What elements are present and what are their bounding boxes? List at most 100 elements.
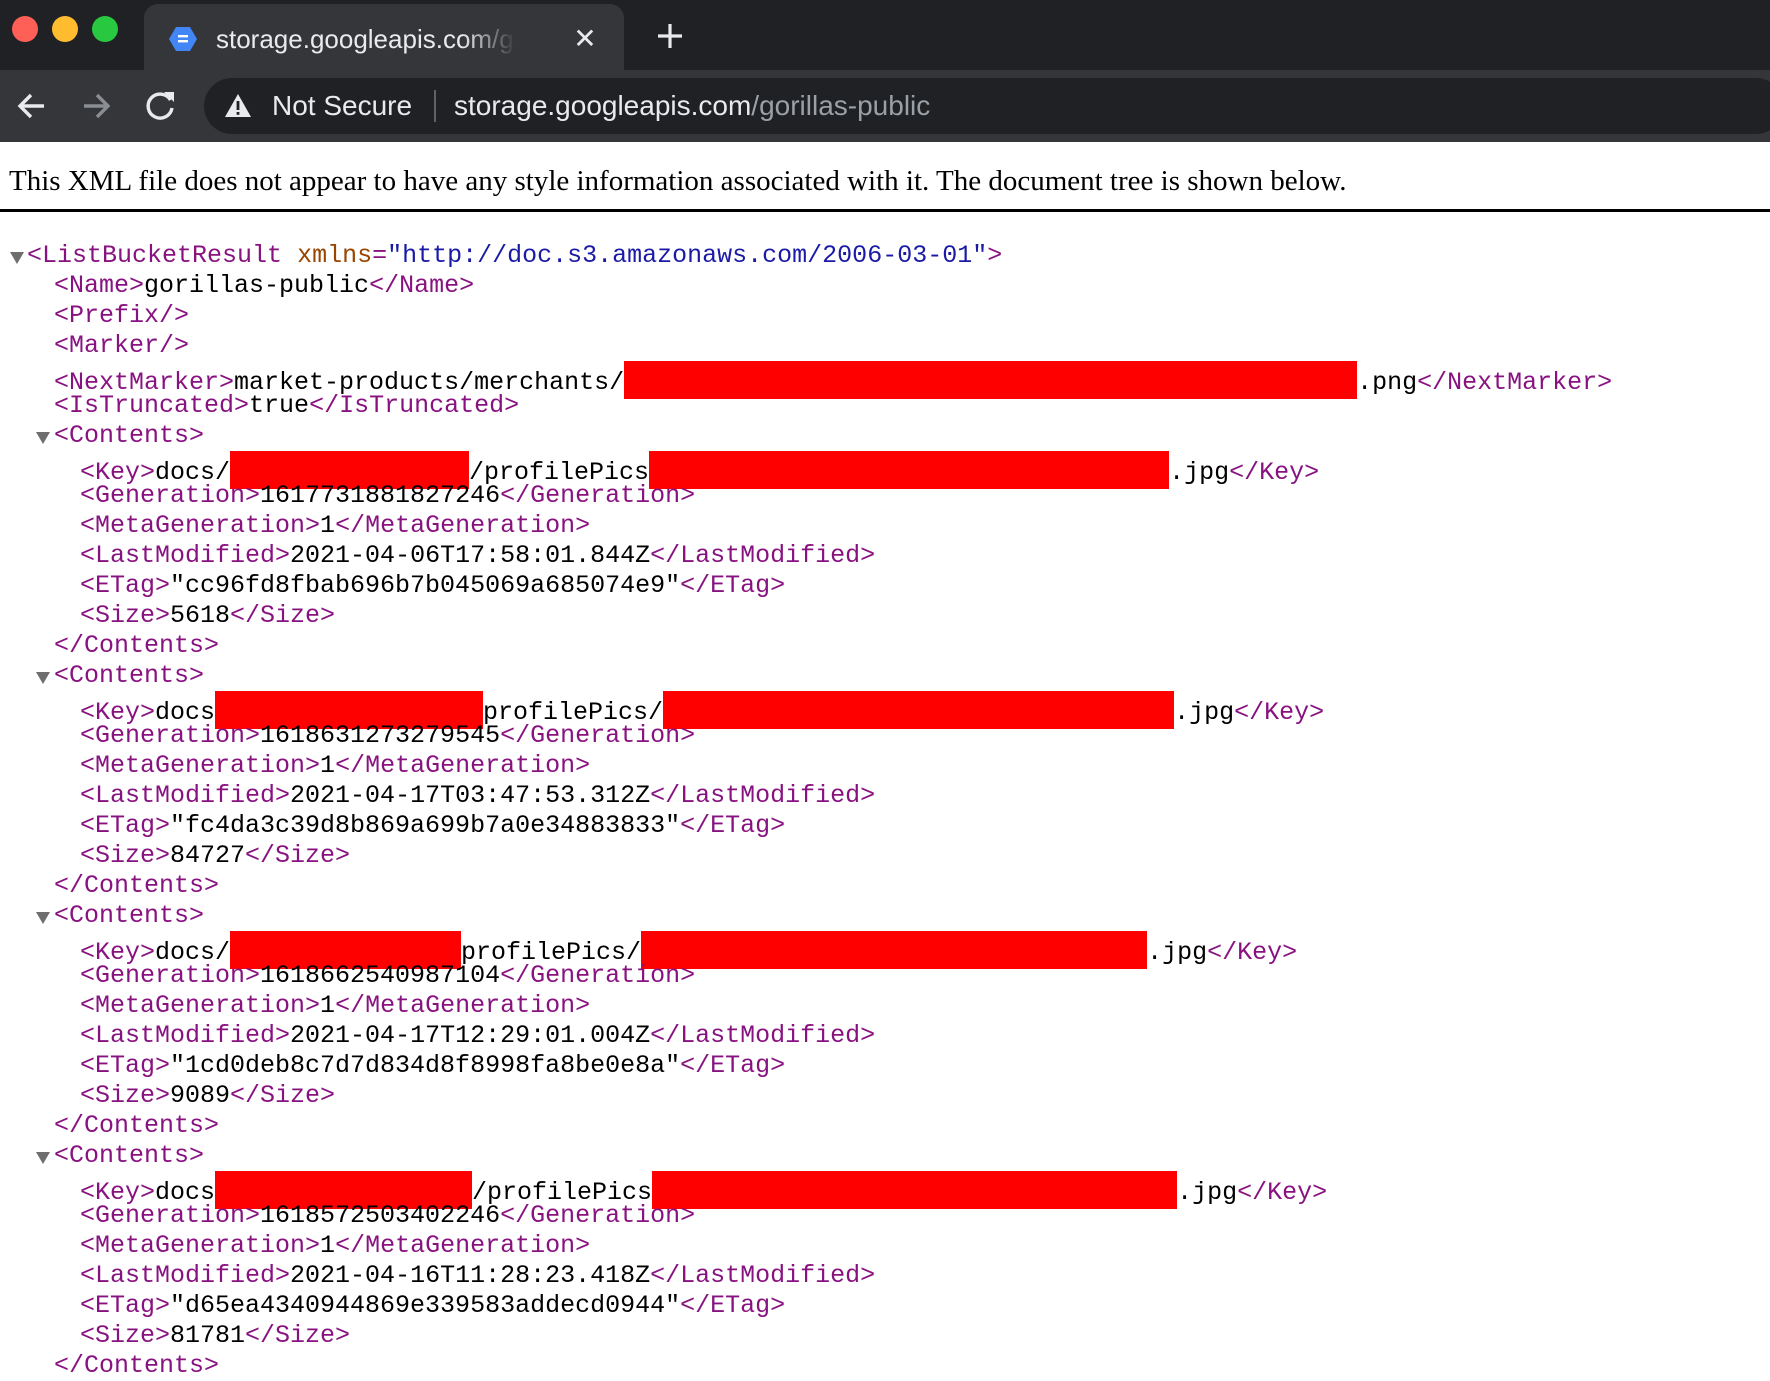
xml-key-line: <Key>docs/profilePics .jpg</Key>	[80, 1171, 1327, 1209]
redaction-box	[624, 361, 1358, 399]
redaction-box	[663, 691, 1175, 729]
security-status-label[interactable]: Not Secure	[272, 89, 412, 123]
notice-divider	[0, 209, 1770, 212]
size-value: 84727	[170, 841, 246, 870]
url-path: /gorillas-public	[751, 90, 931, 121]
etag-value: "cc96fd8fbab696b7b045069a685074e9"	[170, 571, 681, 600]
xml-attr-value: "http://doc.s3.amazonaws.com/2006-03-01"	[387, 241, 988, 270]
browser-toolbar: Not Secure storage.googleapis.com/gorill…	[0, 70, 1770, 142]
last-modified-value: 2021-04-17T03:47:53.312Z	[290, 781, 651, 810]
forward-arrow-icon[interactable]	[74, 84, 118, 128]
metageneration-value: 1	[320, 511, 336, 540]
etag-value: "d65ea4340944869e339583addecd0944"	[170, 1291, 681, 1320]
xml-is-truncated-line: <IsTruncated>true</IsTruncated>	[54, 391, 520, 420]
xml-name-line: <Name>gorillas-public</Name>	[54, 271, 475, 300]
xml-contents-close: </Contents>	[54, 1111, 220, 1140]
etag-value: "1cd0deb8c7d7d834d8f8998fa8be0e8a"	[170, 1051, 681, 1080]
xml-size-line: <Size>81781</Size>	[80, 1321, 351, 1350]
xml-contents-open: <Contents>	[54, 421, 205, 450]
xml-metageneration-line: <MetaGeneration>1</MetaGeneration>	[80, 511, 591, 540]
xml-last-modified-line: <LastModified>2021-04-17T12:29:01.004Z</…	[80, 1021, 876, 1050]
key-suffix: .jpg	[1174, 698, 1235, 727]
last-modified-value: 2021-04-06T17:58:01.844Z	[290, 541, 651, 570]
key-suffix: .jpg	[1147, 938, 1208, 967]
is-truncated-value: true	[249, 391, 310, 420]
next-marker-suffix: .png	[1357, 368, 1418, 397]
size-value: 81781	[170, 1321, 246, 1350]
xml-root-tag: ListBucketResult	[42, 241, 283, 270]
xml-contents-close: </Contents>	[54, 1351, 220, 1380]
bucket-name: gorillas-public	[144, 271, 370, 300]
xml-key-line: <Key>docs profilePics/.jpg</Key>	[80, 691, 1324, 729]
reload-icon[interactable]	[138, 84, 182, 128]
xml-generation-line: <Generation>1618631273279545</Generation…	[80, 721, 696, 750]
back-arrow-icon[interactable]	[10, 84, 54, 128]
url-text[interactable]: storage.googleapis.com/gorillas-public	[454, 89, 930, 123]
xml-contents-open: <Contents>	[54, 901, 205, 930]
collapse-triangle-icon[interactable]	[35, 670, 51, 686]
xml-generation-line: <Generation>1618572503402246</Generation…	[80, 1201, 696, 1230]
xml-next-marker-line: <NextMarker>market-products/merchants/.p…	[54, 361, 1612, 399]
maximize-window-button[interactable]	[92, 16, 118, 42]
xml-attr-name: xmlns	[297, 241, 373, 270]
collapse-triangle-icon[interactable]	[35, 1150, 51, 1166]
xml-prefix-line: <Prefix/>	[54, 301, 190, 330]
browser-tab[interactable]: storage.googleapis.com/gorillas-public ✕	[144, 4, 624, 70]
new-tab-plus-icon[interactable]	[650, 16, 690, 56]
generation-value: 1617731881827246	[260, 481, 501, 510]
redaction-box	[641, 931, 1148, 969]
xml-metageneration-line: <MetaGeneration>1</MetaGeneration>	[80, 991, 591, 1020]
minimize-window-button[interactable]	[52, 16, 78, 42]
xml-contents-close: </Contents>	[54, 871, 220, 900]
xml-key-line: <Key>docs/profilePics/.jpg</Key>	[80, 931, 1297, 969]
collapse-triangle-icon[interactable]	[35, 910, 51, 926]
warning-icon[interactable]	[224, 92, 252, 120]
xml-key-line: <Key>docs//profilePics .jpg</Key>	[80, 451, 1319, 489]
key-suffix: .jpg	[1177, 1178, 1238, 1207]
xml-marker-line: <Marker/>	[54, 331, 190, 360]
xml-etag-line: <ETag>"cc96fd8fbab696b7b045069a685074e9"…	[80, 571, 786, 600]
collapse-triangle-icon[interactable]	[9, 250, 25, 266]
url-separator	[434, 90, 436, 122]
generation-value: 1618572503402246	[260, 1201, 501, 1230]
last-modified-value: 2021-04-16T11:28:23.418Z	[290, 1261, 651, 1290]
xml-contents-open: <Contents>	[54, 661, 205, 690]
last-modified-value: 2021-04-17T12:29:01.004Z	[290, 1021, 651, 1050]
redaction-box	[649, 451, 1170, 489]
xml-contents-close: </Contents>	[54, 631, 220, 660]
document-icon	[169, 27, 197, 51]
redaction-box	[652, 1171, 1178, 1209]
close-window-button[interactable]	[12, 16, 38, 42]
xml-last-modified-line: <LastModified>2021-04-06T17:58:01.844Z</…	[80, 541, 876, 570]
address-bar[interactable]: Not Secure storage.googleapis.com/gorill…	[204, 78, 1770, 134]
tab-close-icon[interactable]: ✕	[568, 22, 602, 56]
xml-metageneration-line: <MetaGeneration>1</MetaGeneration>	[80, 751, 591, 780]
size-value: 9089	[170, 1081, 231, 1110]
xml-contents-open: <Contents>	[54, 1141, 205, 1170]
xml-last-modified-line: <LastModified>2021-04-17T03:47:53.312Z</…	[80, 781, 876, 810]
xml-size-line: <Size>84727</Size>	[80, 841, 351, 870]
collapse-triangle-icon[interactable]	[35, 430, 51, 446]
xml-style-notice: This XML file does not appear to have an…	[9, 165, 1347, 197]
xml-last-modified-line: <LastModified>2021-04-16T11:28:23.418Z</…	[80, 1261, 876, 1290]
xml-etag-line: <ETag>"d65ea4340944869e339583addecd0944"…	[80, 1291, 786, 1320]
xml-generation-line: <Generation>1618662540987104</Generation…	[80, 961, 696, 990]
xml-size-line: <Size>9089</Size>	[80, 1081, 336, 1110]
tab-bar: storage.googleapis.com/gorillas-public ✕	[0, 0, 1770, 70]
etag-value: "fc4da3c39d8b869a699b7a0e34883833"	[170, 811, 681, 840]
key-suffix: .jpg	[1169, 458, 1230, 487]
xml-etag-line: <ETag>"fc4da3c39d8b869a699b7a0e34883833"…	[80, 811, 786, 840]
metageneration-value: 1	[320, 751, 336, 780]
xml-etag-line: <ETag>"1cd0deb8c7d7d834d8f8998fa8be0e8a"…	[80, 1051, 786, 1080]
size-value: 5618	[170, 601, 231, 630]
tab-title: storage.googleapis.com/gorillas-public	[216, 24, 516, 54]
generation-value: 1618662540987104	[260, 961, 501, 990]
xml-metageneration-line: <MetaGeneration>1</MetaGeneration>	[80, 1231, 591, 1260]
metageneration-value: 1	[320, 991, 336, 1020]
url-host: storage.googleapis.com	[454, 90, 752, 121]
xml-root-open-line: <ListBucketResult xmlns="http://doc.s3.a…	[27, 241, 1003, 270]
generation-value: 1618631273279545	[260, 721, 501, 750]
xml-generation-line: <Generation>1617731881827246</Generation…	[80, 481, 696, 510]
metageneration-value: 1	[320, 1231, 336, 1260]
xml-size-line: <Size>5618</Size>	[80, 601, 336, 630]
